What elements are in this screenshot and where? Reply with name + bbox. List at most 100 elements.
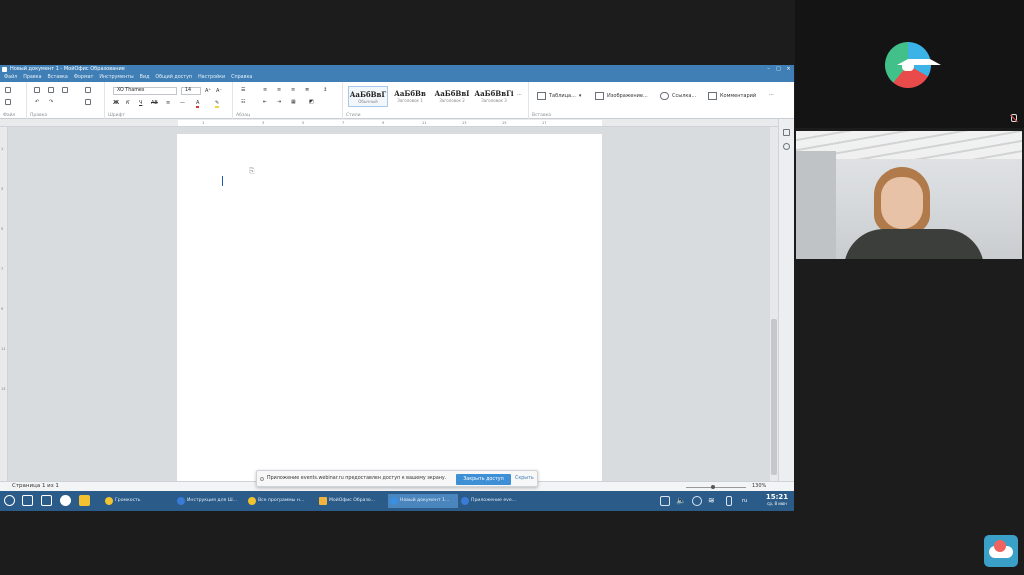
scrollbar-thumb[interactable] [771,319,777,475]
comments-panel-icon[interactable] [783,129,790,136]
menu-file[interactable]: Файл [4,74,17,82]
insert-link-button[interactable]: Ссылка... [660,92,696,100]
hide-notification-button[interactable]: Скрыть [515,476,534,481]
table-border-icon[interactable]: ▦ [291,99,296,105]
bullet-list-icon[interactable]: ☰ [241,87,245,93]
menu-sharing[interactable]: Общий доступ [155,74,192,82]
insert-more-icon[interactable]: ⋯ [769,92,774,98]
horizontal-ruler[interactable]: 1 3 5 7 9 11 13 15 17 [0,119,778,127]
menu-help[interactable]: Справка [231,74,252,82]
fill-icon[interactable]: ◩ [309,99,314,105]
speaker-video [844,167,984,259]
undo-icon[interactable]: ↶ [35,99,39,105]
menu-format[interactable]: Формат [74,74,93,82]
save-icon[interactable] [5,87,11,93]
search-panel-icon[interactable] [783,143,790,150]
styles-more-icon[interactable]: ⋯ [517,92,522,98]
vruler-tick: 3 [1,187,4,191]
maximize-icon[interactable]: □ [776,67,781,72]
vruler-tick: 5 [1,227,4,231]
vertical-ruler[interactable]: 1 3 5 7 9 11 13 [0,127,8,481]
office-launcher-icon[interactable] [79,495,90,506]
task-myoffice[interactable]: МойОфис Образо... [317,494,387,508]
stop-sharing-button[interactable]: Закрыть доступ [456,474,511,485]
italic-icon[interactable]: К [126,100,130,106]
presenter-logo-panel [795,0,1024,128]
font-name-select[interactable]: XO Thames [113,87,177,95]
align-justify-icon[interactable]: ≣ [305,87,309,93]
start-menu-icon[interactable] [4,495,15,506]
increase-font-icon[interactable]: A⁺ [205,88,211,94]
insert-comment-button[interactable]: Комментарий [708,92,756,100]
task-label: Все программы н... [258,498,305,503]
battery-icon[interactable] [726,496,732,506]
cloud-app-icon[interactable] [984,535,1018,567]
task-all-programs[interactable]: Все программы н... [246,494,316,508]
redo-icon[interactable]: ↷ [49,99,53,105]
menu-tools[interactable]: Инструменты [99,74,133,82]
cut-icon[interactable] [34,87,40,93]
text-color-icon[interactable]: A [196,100,200,108]
menu-settings[interactable]: Настройки [198,74,225,82]
zoom-slider[interactable] [686,485,746,489]
task-volume[interactable]: Громкость [103,494,173,508]
group-insert: Таблица... ▾ Изображение... Ссылка... Ком… [529,82,794,119]
group-file: Файл [0,82,27,119]
clock[interactable]: 15:21 ср, 8 июн [762,493,792,507]
align-right-icon[interactable]: ≡ [291,87,295,93]
dash-icon[interactable]: — [180,100,185,106]
style-heading-2[interactable]: АаБбВвI Заголовок 2 [432,86,472,107]
print-icon[interactable] [5,99,11,105]
windows-overview-icon[interactable] [22,495,33,506]
numbered-list-icon[interactable]: ☷ [241,99,245,105]
insert-link-label: Ссылка... [672,93,697,99]
highlight-icon[interactable]: ✎ [215,100,220,108]
more-font-icon[interactable]: ≡ [166,100,170,106]
insert-image-button[interactable]: Изображение... [595,92,648,100]
clear-format-icon[interactable] [85,99,91,105]
style-normal[interactable]: АаБбВвГ Обычный [348,86,388,107]
align-left-icon[interactable]: ≡ [263,87,267,93]
group-styles: АаБбВвГ Обычный АаБбВв Заголовок 1 АаБбВ… [343,82,529,119]
ruler-tick: 3 [262,121,265,125]
menu-edit[interactable]: Правка [23,74,41,82]
outdent-icon[interactable]: ⇤ [263,99,267,105]
task-new-document[interactable]: Новый документ 1... [388,494,458,508]
strikethrough-icon[interactable]: AB [151,100,158,106]
format-painter-icon[interactable] [85,87,91,93]
clock-time: 15:21 [765,493,789,501]
group-edit: ↶ ↷ Правка [27,82,105,119]
task-instruction[interactable]: Инструкция для Ш... [175,494,245,508]
yandex-browser-icon[interactable] [60,495,71,506]
task-webinar-app[interactable]: Приложение eve... [459,494,529,508]
style-heading-3[interactable]: АаБбВвГі Заголовок 3 [474,86,514,107]
bold-icon[interactable]: Ж [113,100,119,106]
font-size-select[interactable]: 14 [181,87,201,95]
vertical-scrollbar[interactable] [770,127,778,481]
webcam-video [796,131,1022,259]
file-manager-icon[interactable] [41,495,52,506]
minimize-icon[interactable]: – [766,67,771,72]
zoom-level[interactable]: 130% [752,483,766,489]
decrease-font-icon[interactable]: A⁻ [216,88,222,94]
insert-table-button[interactable]: Таблица... ▾ [537,92,581,100]
line-spacing-icon[interactable]: ↕ [323,87,327,93]
style-heading-1[interactable]: АаБбВв Заголовок 1 [390,86,430,107]
align-center-icon[interactable]: ≡ [277,87,281,93]
chevron-down-icon: ▾ [578,93,582,99]
taskbar: Громкость Инструкция для Ш... Все програ… [0,491,794,511]
keyboard-layout[interactable]: ru [742,498,747,504]
tray-up-arrow-icon[interactable] [660,496,670,506]
volume-icon[interactable]: 🔈 [676,496,686,506]
wifi-icon[interactable]: ≋ [708,496,718,506]
menu-view[interactable]: Вид [140,74,150,82]
brightness-icon[interactable] [692,496,702,506]
copy-icon[interactable] [48,87,54,93]
indent-icon[interactable]: ⇥ [277,99,281,105]
document-page[interactable]: ⎘ [177,134,602,486]
close-icon[interactable]: × [786,67,791,72]
paste-icon[interactable] [62,87,68,93]
underline-icon[interactable]: Ч [139,100,142,106]
zoom-slider-handle[interactable] [711,485,716,489]
menu-insert[interactable]: Вставка [48,74,68,82]
